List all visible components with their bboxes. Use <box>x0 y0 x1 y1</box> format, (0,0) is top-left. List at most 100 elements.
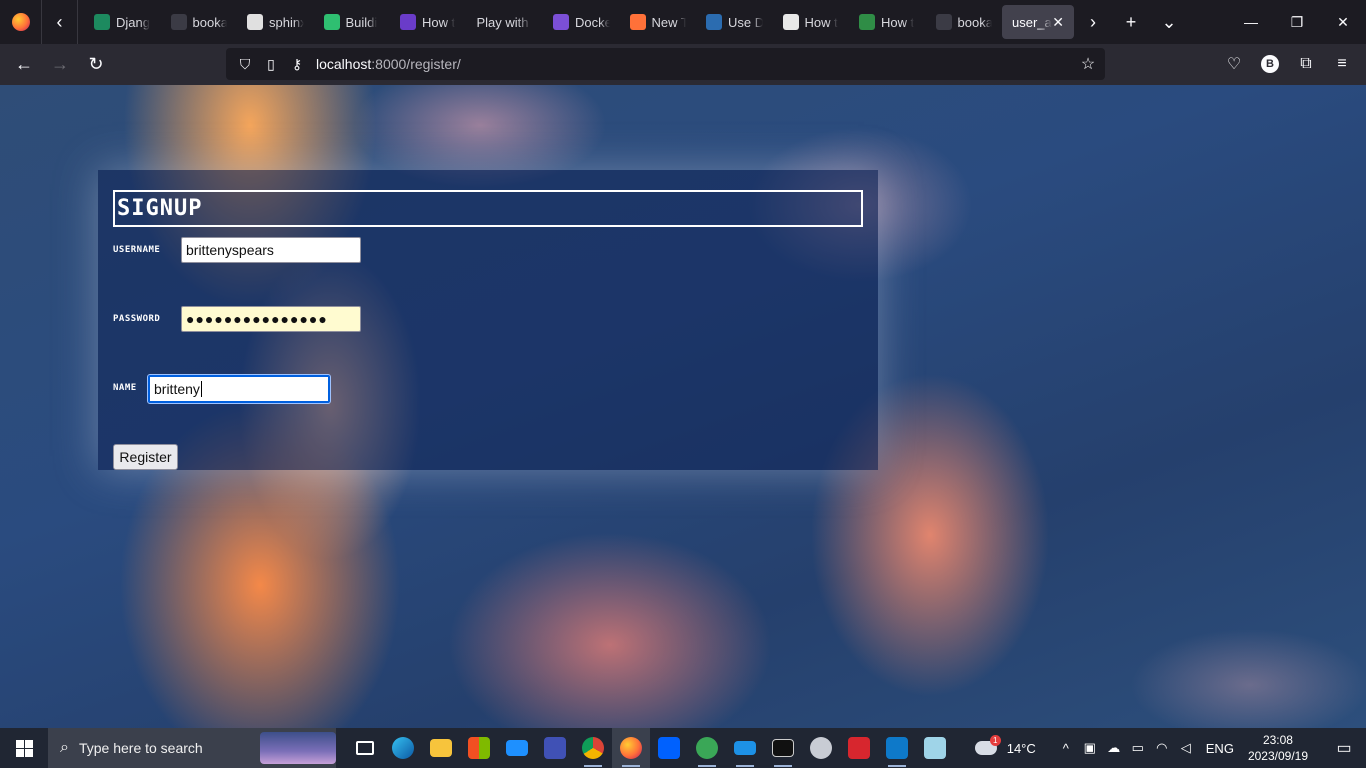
tab-5[interactable]: Play with I <box>467 5 544 39</box>
tab-title: New T <box>651 14 687 30</box>
battery-icon[interactable]: ▭ <box>1126 740 1150 756</box>
toolbar-right: ♡ B ⧉ ≡ <box>1216 46 1360 82</box>
edge-icon[interactable] <box>384 728 422 768</box>
key-icon[interactable]: ⚷ <box>284 48 310 80</box>
show-hidden-icons-icon[interactable]: ^ <box>1054 741 1078 756</box>
clock[interactable]: 23:08 2023/09/19 <box>1248 732 1308 764</box>
weather-badge: 1 <box>989 735 1001 746</box>
onedrive-cloud-icon[interactable]: ☁ <box>1102 740 1126 756</box>
start-button[interactable] <box>0 728 48 768</box>
tab-7[interactable]: New T <box>620 5 697 39</box>
weather-widget[interactable]: 1 14°C <box>974 735 1036 756</box>
minimize-icon[interactable]: — <box>1228 0 1274 44</box>
tab-3[interactable]: Buildi <box>314 5 391 39</box>
notepad-icon[interactable] <box>916 728 954 768</box>
pdf-app-icon[interactable] <box>840 728 878 768</box>
restore-icon[interactable]: ❐ <box>1274 0 1320 44</box>
settings-gear-icon[interactable] <box>802 728 840 768</box>
reload-icon[interactable]: ↻ <box>78 47 114 83</box>
tab-strip: ‹ Djang booka sphinx Buildi How t Play with I… <box>0 0 1366 44</box>
tab-title: Use D <box>728 14 763 30</box>
chrome-icon[interactable] <box>574 728 612 768</box>
name-label: NAME <box>113 383 137 393</box>
list-all-tabs-icon[interactable]: ⌄ <box>1150 0 1188 44</box>
username-value: brittenyspears <box>186 242 274 258</box>
firefox-icon <box>629 14 646 30</box>
password-value: ●●●●●●●●●●●●●●● <box>186 311 328 327</box>
extensions-icon[interactable]: ⧉ <box>1288 46 1324 82</box>
url-bar[interactable]: ⛉ ▯ ⚷ localhost:8000/register/ ☆ <box>226 48 1105 80</box>
tab-scroll-left-icon[interactable]: ‹ <box>42 0 78 44</box>
active-tab-title: user_au <box>1012 14 1052 30</box>
tab-1[interactable]: booka <box>161 5 238 39</box>
firefox-icon[interactable] <box>612 728 650 768</box>
close-window-icon[interactable]: ✕ <box>1320 0 1366 44</box>
signup-title-box: SIGNUP <box>113 190 863 227</box>
clock-time: 23:08 <box>1262 733 1293 747</box>
back-icon[interactable]: ← <box>6 47 42 83</box>
name-input[interactable]: britteny <box>147 374 331 404</box>
page-icon[interactable]: ▯ <box>258 48 284 80</box>
tab-title: sphinx <box>269 14 304 30</box>
tab-scroll-right-icon[interactable]: › <box>1074 0 1112 44</box>
tab-title: Buildi <box>345 14 378 30</box>
register-button[interactable]: Register <box>113 444 178 470</box>
url-text[interactable]: localhost:8000/register/ <box>316 56 461 72</box>
taskbar: ⌕ Type here to search 1 14°C ^ ▣ ☁ ▭ ◠ ◁… <box>0 728 1366 768</box>
tab-0[interactable]: Djang <box>84 5 161 39</box>
bookmark-star-icon[interactable]: ☆ <box>1071 48 1105 80</box>
meet-now-icon[interactable]: ▣ <box>1078 740 1102 756</box>
notifications-icon[interactable]: ▭ <box>1322 738 1366 758</box>
weather-temp: 14°C <box>1006 740 1036 756</box>
search-icon: ⌕ <box>60 739 69 756</box>
doc-icon <box>400 14 416 30</box>
name-value: britteny <box>154 381 200 397</box>
dropbox-icon[interactable] <box>650 728 688 768</box>
nav-bar: ← → ↻ ⛉ ▯ ⚷ localhost:8000/register/ ☆ ♡… <box>0 44 1366 85</box>
tab-11[interactable]: booka <box>926 5 1003 39</box>
wifi-icon[interactable]: ◠ <box>1150 740 1174 756</box>
tab-9[interactable]: How t <box>773 5 850 39</box>
terminal-icon[interactable] <box>764 728 802 768</box>
tab-10[interactable]: How t <box>849 5 926 39</box>
circle-icon <box>706 14 722 30</box>
new-tab-button[interactable]: + <box>1112 0 1150 44</box>
store-icon[interactable] <box>460 728 498 768</box>
password-label: PASSWORD <box>113 314 161 324</box>
tab-title: How t <box>422 14 456 30</box>
volume-icon[interactable]: ◁ <box>1174 740 1198 756</box>
tab-title: booka <box>192 14 228 30</box>
tab-2[interactable]: sphinx <box>237 5 314 39</box>
mail-icon[interactable] <box>498 728 536 768</box>
tab-8[interactable]: Use D <box>696 5 773 39</box>
pinned-apps <box>346 728 954 768</box>
clock-date: 2023/09/19 <box>1247 749 1308 763</box>
forward-icon[interactable]: → <box>42 47 78 83</box>
close-tab-icon[interactable]: ✕ <box>1052 14 1064 31</box>
pocket-icon[interactable]: ♡ <box>1216 46 1252 82</box>
tab-title: Play with I <box>476 14 534 30</box>
vscode-icon[interactable] <box>878 728 916 768</box>
firefox-menu-icon[interactable] <box>0 0 42 44</box>
tab-list: Djang booka sphinx Buildi How t Play with I Do… <box>78 0 1002 44</box>
language-indicator[interactable]: ENG <box>1206 741 1234 756</box>
system-tray: 1 14°C ^ ▣ ☁ ▭ ◠ ◁ ENG 23:08 2023/09/19 … <box>974 732 1366 764</box>
tab-active[interactable]: user_au ✕ <box>1002 5 1074 39</box>
username-input[interactable]: brittenyspears <box>181 237 361 263</box>
powerautomate-icon[interactable] <box>536 728 574 768</box>
hamburger-menu-icon[interactable]: ≡ <box>1324 46 1360 82</box>
tab-6[interactable]: Docke <box>543 5 620 39</box>
docker-icon[interactable] <box>726 728 764 768</box>
tab-4[interactable]: How t <box>390 5 467 39</box>
shield-icon[interactable]: ⛉ <box>232 48 258 80</box>
taskbar-search[interactable]: ⌕ Type here to search <box>48 728 336 768</box>
search-placeholder: Type here to search <box>78 740 203 756</box>
task-view-icon[interactable] <box>346 728 384 768</box>
window-controls: — ❐ ✕ <box>1228 0 1366 44</box>
cube-icon <box>247 14 263 30</box>
file-explorer-icon[interactable] <box>422 728 460 768</box>
password-input[interactable]: ●●●●●●●●●●●●●●● <box>181 306 361 332</box>
chart-icon <box>782 14 799 30</box>
account-avatar[interactable]: B <box>1261 55 1279 73</box>
tortoise-icon[interactable] <box>688 728 726 768</box>
